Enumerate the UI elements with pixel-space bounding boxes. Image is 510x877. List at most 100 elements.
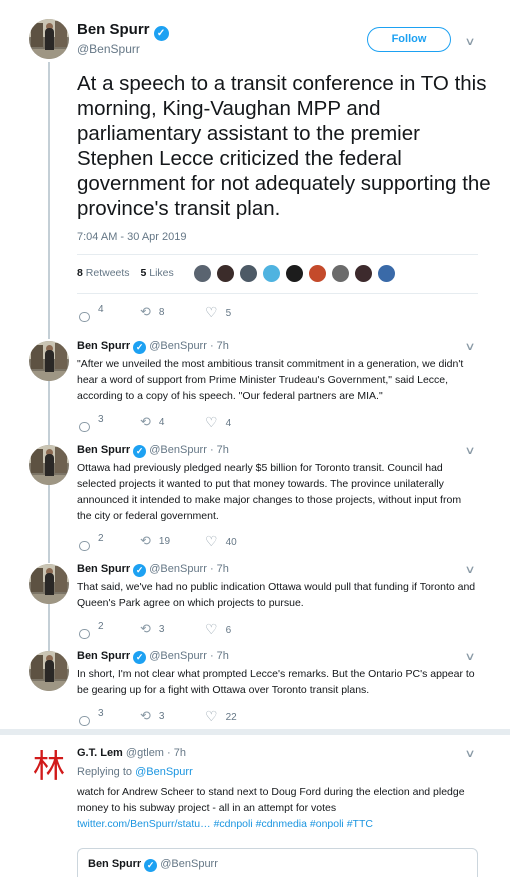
reply-text: "After we unveiled the most ambitious tr… <box>77 358 464 402</box>
person-avatar[interactable] <box>193 264 212 283</box>
person-avatar[interactable] <box>331 264 350 283</box>
thread-line <box>48 603 50 651</box>
chevron-down-icon[interactable]: ∨ <box>464 35 475 48</box>
author-handle[interactable]: @gtlem <box>126 747 164 759</box>
reply-icon: r <box>79 629 90 639</box>
reply-header: Ben Spurr ✓ @BenSpurr · 7h <box>77 563 229 577</box>
author-handle[interactable]: @BenSpurr <box>77 42 140 56</box>
retweet-button[interactable]: ⟲ 3 <box>140 708 164 724</box>
verified-icon: ✓ <box>133 564 147 577</box>
author-handle[interactable]: @BenSpurr <box>149 340 207 352</box>
avatar[interactable] <box>29 651 69 691</box>
retweet-icon: ⟲ <box>140 304 151 319</box>
author-name[interactable]: Ben Spurr ✓ <box>77 21 169 41</box>
verified-icon: ✓ <box>153 26 169 41</box>
author-name[interactable]: Ben Spurr <box>77 340 130 352</box>
logo-avatar[interactable] <box>377 264 396 283</box>
logo-avatar[interactable] <box>262 264 281 283</box>
reply-icon: r <box>79 312 90 322</box>
author-name[interactable]: G.T. Lem <box>77 747 123 759</box>
reply-header: Ben Spurr ✓ @BenSpurr · 7h <box>77 340 229 354</box>
author-name[interactable]: Ben Spurr <box>77 650 130 662</box>
reply-time[interactable]: · 7h <box>210 650 229 662</box>
reply-time[interactable]: · 7h <box>167 747 186 759</box>
reply-text: In short, I'm not clear what prompted Le… <box>77 668 475 696</box>
section-separator <box>0 729 510 735</box>
thread-line <box>48 62 50 339</box>
avatar[interactable] <box>29 19 69 59</box>
retweet-button[interactable]: ⟲ 3 <box>140 621 164 637</box>
quoted-tweet[interactable]: Ben Spurr ✓ @BenSpurr <box>77 848 478 877</box>
like-button[interactable]: ♡ 40 <box>205 533 237 550</box>
divider <box>77 254 478 255</box>
reply-button[interactable]: r4 <box>79 304 104 322</box>
reply-icon: r <box>79 541 90 551</box>
tweet-stats: 8 Retweets 5 Likes <box>77 267 174 279</box>
hashtag-link[interactable]: #TTC <box>347 818 373 830</box>
like-button[interactable]: ♡ 4 <box>205 414 231 431</box>
reply-header: G.T. Lem @gtlem · 7h <box>77 747 186 759</box>
chevron-down-icon[interactable]: ∨ <box>464 747 475 760</box>
verified-icon: ✓ <box>133 341 147 354</box>
reply-button[interactable]: r3 <box>79 414 104 432</box>
tweet-timestamp[interactable]: 7:04 AM - 30 Apr 2019 <box>77 231 186 243</box>
chevron-down-icon[interactable]: ∨ <box>464 444 475 457</box>
like-button[interactable]: ♡ 22 <box>205 708 237 725</box>
author-handle[interactable]: @BenSpurr <box>149 563 207 575</box>
follow-button[interactable]: Follow <box>367 27 451 52</box>
replying-to-link[interactable]: @BenSpurr <box>135 766 193 778</box>
retweet-icon: ⟲ <box>140 414 151 429</box>
retweet-icon: ⟲ <box>140 533 151 548</box>
heart-icon: ♡ <box>205 304 218 320</box>
status-link[interactable]: twitter.com/BenSpurr/statu… <box>77 818 211 830</box>
person-avatar[interactable] <box>239 264 258 283</box>
heart-icon: ♡ <box>205 414 218 430</box>
chevron-down-icon[interactable]: ∨ <box>464 563 475 576</box>
likes-stat[interactable]: 5 Likes <box>140 267 173 279</box>
person-avatar[interactable] <box>285 264 304 283</box>
avatar[interactable] <box>29 445 69 485</box>
heart-icon: ♡ <box>205 708 218 724</box>
reply-header: Ben Spurr ✓ @BenSpurr · 7h <box>77 650 229 664</box>
hashtag-link[interactable]: #cdnmedia <box>256 818 307 830</box>
retweet-button[interactable]: ⟲ 8 <box>140 304 164 320</box>
reply-button[interactable]: r3 <box>79 708 104 726</box>
thread-line <box>48 484 50 563</box>
like-button[interactable]: ♡ 6 <box>205 621 231 638</box>
chevron-down-icon[interactable]: ∨ <box>464 650 475 663</box>
logo-avatar[interactable] <box>308 264 327 283</box>
reply-icon: r <box>79 716 90 726</box>
reply-text: That said, we've had no public indicatio… <box>77 581 476 609</box>
verified-icon: ✓ <box>133 445 147 458</box>
heart-icon: ♡ <box>205 621 218 637</box>
retweet-button[interactable]: ⟲ 4 <box>140 414 164 430</box>
author-name[interactable]: Ben Spurr <box>77 444 130 456</box>
author-name[interactable]: Ben Spurr <box>77 563 130 575</box>
avatar[interactable]: 林 <box>29 746 69 786</box>
person-avatar[interactable] <box>354 264 373 283</box>
reply-button[interactable]: r2 <box>79 621 104 639</box>
reply-text: Ottawa had previously pledged nearly $5 … <box>77 462 462 522</box>
author-handle[interactable]: @BenSpurr <box>149 444 207 456</box>
retweet-button[interactable]: ⟲ 19 <box>140 533 170 549</box>
retweet-icon: ⟲ <box>140 708 151 723</box>
hashtag-link[interactable]: #cdnpoli <box>214 818 253 830</box>
reply-time[interactable]: · 7h <box>210 563 229 575</box>
thread-line <box>48 380 50 452</box>
chevron-down-icon[interactable]: ∨ <box>464 340 475 353</box>
retweet-icon: ⟲ <box>140 621 151 636</box>
reply-time[interactable]: · 7h <box>210 444 229 456</box>
avatar[interactable] <box>29 564 69 604</box>
reply-time[interactable]: · 7h <box>210 340 229 352</box>
retweets-stat[interactable]: 8 Retweets <box>77 267 130 279</box>
reply-button[interactable]: r2 <box>79 533 104 551</box>
hashtag-link[interactable]: #onpoli <box>310 818 344 830</box>
reply-header: Ben Spurr ✓ @BenSpurr · 7h <box>77 444 229 458</box>
avatar[interactable] <box>29 341 69 381</box>
quoted-tweet-header: Ben Spurr ✓ @BenSpurr <box>88 858 218 872</box>
author-handle[interactable]: @BenSpurr <box>149 650 207 662</box>
divider <box>77 293 478 294</box>
replying-to: Replying to @BenSpurr <box>77 766 193 778</box>
person-avatar[interactable] <box>216 264 235 283</box>
like-button[interactable]: ♡ 5 <box>205 304 231 321</box>
